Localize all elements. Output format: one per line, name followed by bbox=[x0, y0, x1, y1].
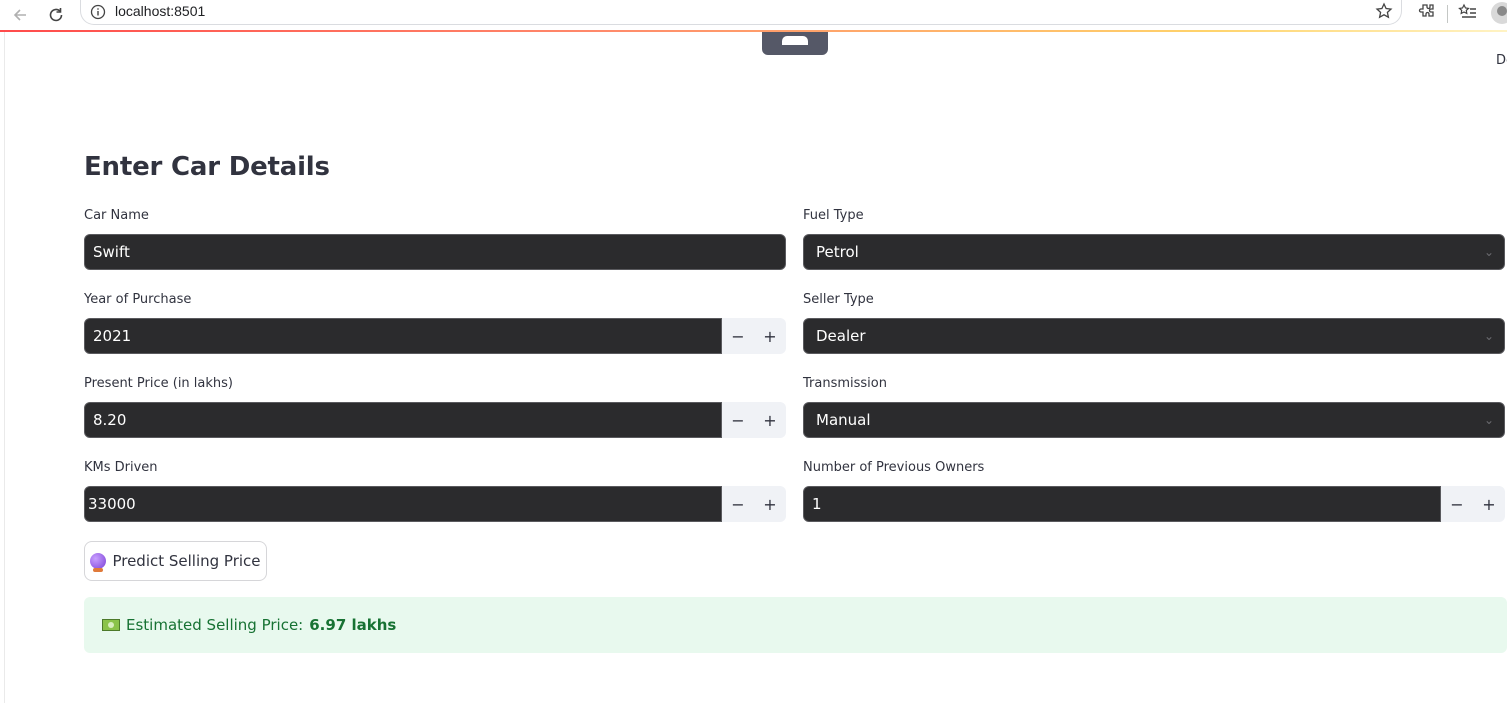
decrement-button[interactable]: − bbox=[722, 402, 754, 438]
kms-driven-stepper: − + bbox=[722, 486, 786, 522]
fuel-type-select[interactable]: Petrol ⌄ bbox=[803, 234, 1505, 270]
result-success-box: Estimated Selling Price: 6.97 lakhs bbox=[84, 597, 1507, 653]
page-title: Enter Car Details bbox=[84, 152, 330, 182]
fuel-type-label: Fuel Type bbox=[803, 208, 864, 223]
money-icon bbox=[102, 619, 120, 631]
increment-button[interactable]: + bbox=[754, 486, 786, 522]
year-label: Year of Purchase bbox=[84, 292, 192, 307]
transmission-select[interactable]: Manual ⌄ bbox=[803, 402, 1505, 438]
profile-avatar[interactable] bbox=[1491, 2, 1507, 24]
decrement-button[interactable]: − bbox=[722, 318, 754, 354]
seller-type-label: Seller Type bbox=[803, 292, 874, 307]
site-info-icon[interactable] bbox=[90, 4, 106, 24]
owners-stepper: − + bbox=[1441, 486, 1505, 522]
result-prefix: Estimated Selling Price: bbox=[126, 616, 304, 634]
seller-type-select[interactable]: Dealer ⌄ bbox=[803, 318, 1505, 354]
predict-button-label: Predict Selling Price bbox=[112, 552, 261, 570]
reading-list-icon[interactable] bbox=[1458, 2, 1478, 26]
kms-driven-label: KMs Driven bbox=[84, 460, 158, 475]
car-name-input[interactable]: Swift bbox=[84, 234, 786, 270]
increment-button[interactable]: + bbox=[1473, 486, 1505, 522]
seller-type-value: Dealer bbox=[816, 327, 866, 345]
back-icon[interactable] bbox=[8, 3, 32, 27]
bookmark-star-icon[interactable] bbox=[1375, 2, 1393, 24]
fuel-type-value: Petrol bbox=[816, 243, 859, 261]
increment-button[interactable]: + bbox=[754, 402, 786, 438]
reload-icon[interactable] bbox=[44, 3, 68, 27]
crystal-ball-icon bbox=[90, 553, 107, 572]
present-price-stepper: − + bbox=[722, 402, 786, 438]
chevron-down-icon: ⌄ bbox=[1483, 413, 1494, 427]
year-stepper: − + bbox=[722, 318, 786, 354]
present-price-input[interactable]: 8.20 bbox=[84, 402, 722, 438]
year-input[interactable]: 2021 bbox=[84, 318, 722, 354]
predict-button[interactable]: Predict Selling Price bbox=[84, 541, 267, 581]
owners-label: Number of Previous Owners bbox=[803, 460, 985, 475]
owners-input[interactable]: 1 bbox=[803, 486, 1441, 522]
transmission-value: Manual bbox=[816, 411, 871, 429]
decrement-button[interactable]: − bbox=[1441, 486, 1473, 522]
extensions-icon[interactable] bbox=[1417, 2, 1437, 26]
chevron-down-icon: ⌄ bbox=[1483, 245, 1494, 259]
url-text: localhost:8501 bbox=[115, 3, 206, 19]
present-price-label: Present Price (in lakhs) bbox=[84, 376, 233, 391]
browser-toolbar: localhost:8501 bbox=[0, 0, 1507, 30]
transmission-label: Transmission bbox=[803, 376, 887, 391]
address-bar[interactable]: localhost:8501 bbox=[80, 0, 1402, 25]
toolbar-divider bbox=[1447, 5, 1448, 23]
deploy-button[interactable]: De bbox=[1496, 53, 1507, 68]
result-value: 6.97 lakhs bbox=[309, 616, 397, 634]
increment-button[interactable]: + bbox=[754, 318, 786, 354]
kms-driven-input[interactable]: 33000 bbox=[84, 486, 722, 522]
decrement-button[interactable]: − bbox=[722, 486, 754, 522]
app-header-toggle[interactable] bbox=[762, 32, 828, 55]
car-name-label: Car Name bbox=[84, 208, 149, 223]
chevron-down-icon: ⌄ bbox=[1483, 329, 1494, 343]
